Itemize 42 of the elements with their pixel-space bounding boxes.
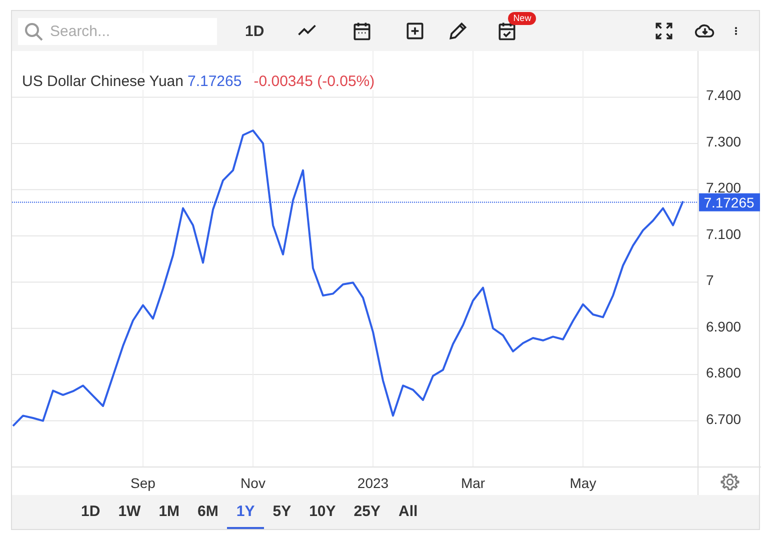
range-tab[interactable]: 25Y: [344, 495, 390, 529]
axis-label: 6.700: [706, 410, 742, 427]
draw-button[interactable]: [447, 20, 470, 42]
axis-label: 6.800: [706, 364, 742, 381]
axis-label: 7: [706, 272, 714, 288]
price-change: -0.00345 (-0.05%): [254, 73, 375, 90]
pencil-icon: [447, 20, 470, 42]
price-value: 7.17265: [187, 73, 242, 90]
range-tab[interactable]: 1W: [109, 495, 150, 529]
settings-icon[interactable]: [720, 474, 740, 490]
search-field[interactable]: Search...: [18, 18, 217, 44]
calendar-icon: [351, 20, 374, 42]
axis-label: 6.900: [706, 318, 742, 334]
axis-label: May: [570, 475, 596, 491]
fullscreen-icon: [653, 20, 675, 42]
price-marker: 7.17265: [699, 193, 760, 212]
events-button[interactable]: [496, 20, 518, 42]
interval-button[interactable]: 1D: [239, 18, 270, 44]
fullscreen-button[interactable]: [653, 20, 675, 42]
axis-label: Nov: [240, 475, 266, 491]
calendar-button[interactable]: [351, 20, 374, 42]
range-tab[interactable]: 1Y: [227, 495, 264, 529]
range-tab[interactable]: All: [390, 495, 427, 529]
axis-label: 7.100: [706, 226, 742, 242]
axis-label: 7.200: [706, 180, 742, 196]
plus-square-icon: [404, 20, 426, 42]
axis-label: Sep: [130, 475, 156, 491]
axis-label: 2023: [357, 475, 389, 491]
range-tab[interactable]: 6M: [188, 495, 228, 529]
range-tab[interactable]: 10Y: [300, 495, 345, 529]
search-icon: [24, 22, 44, 42]
range-tab[interactable]: 1M: [150, 495, 189, 529]
add-button[interactable]: [404, 20, 426, 42]
ref-line-label: 7.17265: [704, 194, 755, 210]
axis-label: Mar: [460, 475, 486, 491]
calendar-check-icon: [496, 20, 518, 42]
instrument-name: US Dollar Chinese Yuan: [22, 73, 184, 90]
new-badge: New: [508, 12, 536, 25]
axis-label: 7.400: [706, 87, 742, 104]
range-tab[interactable]: 1D: [72, 495, 110, 529]
axis-label: 7.300: [706, 133, 742, 150]
range-tab[interactable]: 5Y: [264, 495, 300, 529]
